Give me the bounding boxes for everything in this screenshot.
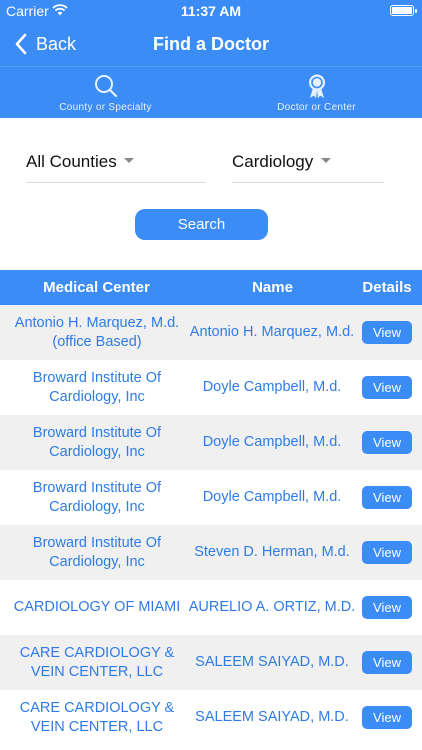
search-button[interactable]: Search	[135, 209, 268, 240]
page-title: Find a Doctor	[153, 34, 269, 54]
view-details-button[interactable]: View	[362, 651, 412, 674]
navigation-bar: Back Find a Doctor	[0, 22, 422, 66]
specialty-value: Cardiology	[232, 152, 314, 171]
table-row: Broward Institute Of Cardiology, Inc Ste…	[0, 525, 422, 580]
status-time: 11:37 AM	[180, 3, 242, 19]
doctor-name-cell: SALEEM SAIYAD, M.D.	[195, 654, 349, 670]
dropdown-caret-icon	[321, 158, 331, 163]
table-row: CARE CARDIOLOGY & VEIN CENTER, LLC SALEE…	[0, 635, 422, 690]
medical-center-cell: CARDIOLOGY OF MIAMI	[13, 599, 181, 615]
medical-center-cell: Broward Institute Of Cardiology, Inc	[32, 534, 162, 570]
view-details-button[interactable]: View	[362, 431, 412, 454]
view-details-button[interactable]: View	[362, 706, 412, 729]
view-details-button[interactable]: View	[362, 541, 412, 564]
tab-doctor-or-center[interactable]: Doctor or Center	[211, 67, 422, 119]
view-details-button[interactable]: View	[362, 486, 412, 509]
table-row: Broward Institute Of Cardiology, Inc Doy…	[0, 360, 422, 415]
doctor-name-cell: AURELIO A. ORTIZ, M.D.	[188, 599, 356, 615]
view-details-button[interactable]: View	[362, 596, 412, 619]
view-details-button[interactable]: View	[362, 376, 412, 399]
table-row: Broward Institute Of Cardiology, Inc Doy…	[0, 415, 422, 470]
doctor-name-cell: Doyle Campbell, M.d.	[202, 434, 342, 450]
column-header-name: Name	[252, 279, 293, 296]
tab-county-or-specialty[interactable]: County or Specialty	[0, 67, 211, 119]
doctor-name-cell: Antonio H. Marquez, M.d.	[189, 324, 355, 340]
tab-doctor-or-center-label: Doctor or Center	[277, 102, 356, 113]
tab-county-or-specialty-label: County or Specialty	[59, 102, 152, 113]
filter-panel: All Counties Cardiology Search	[0, 118, 422, 270]
award-ribbon-icon	[308, 74, 325, 99]
medical-center-cell: CARE CARDIOLOGY & VEIN CENTER, LLC	[19, 699, 175, 735]
doctor-name-cell: Doyle Campbell, M.d.	[202, 489, 342, 505]
specialty-dropdown[interactable]: Cardiology	[232, 147, 384, 183]
dropdown-caret-icon	[124, 158, 134, 163]
search-icon	[94, 75, 117, 98]
medical-center-cell: CARE CARDIOLOGY & VEIN CENTER, LLC	[19, 644, 175, 680]
doctor-name-cell: Steven D. Herman, M.d.	[194, 544, 350, 560]
medical-center-cell: Broward Institute Of Cardiology, Inc	[32, 369, 162, 405]
doctor-name-cell: Doyle Campbell, M.d.	[202, 379, 342, 395]
county-value: All Counties	[26, 152, 117, 171]
column-header-details: Details	[362, 279, 412, 296]
medical-center-cell: Broward Institute Of Cardiology, Inc	[32, 479, 162, 515]
county-dropdown[interactable]: All Counties	[26, 147, 206, 183]
medical-center-cell: Antonio H. Marquez, M.d. (office Based)	[14, 314, 180, 350]
table-row: Antonio H. Marquez, M.d. (office Based) …	[0, 305, 422, 360]
table-row: CARDIOLOGY OF MIAMI AURELIO A. ORTIZ, M.…	[0, 580, 422, 635]
battery-icon	[390, 5, 417, 16]
column-header-medical-center: Medical Center	[43, 279, 150, 296]
table-row: CARE CARDIOLOGY & VEIN CENTER, LLC SALEE…	[0, 690, 422, 745]
status-bar: Carrier 11:37 AM	[0, 0, 422, 22]
results-table-header: Medical Center Name Details	[0, 270, 422, 305]
results-table-body: Antonio H. Marquez, M.d. (office Based) …	[0, 305, 422, 745]
doctor-name-cell: SALEEM SAIYAD, M.D.	[195, 709, 349, 725]
view-details-button[interactable]: View	[362, 321, 412, 344]
table-row: Broward Institute Of Cardiology, Inc Doy…	[0, 470, 422, 525]
medical-center-cell: Broward Institute Of Cardiology, Inc	[32, 424, 162, 460]
search-mode-tabs: County or Specialty Doctor or Center	[0, 66, 422, 118]
